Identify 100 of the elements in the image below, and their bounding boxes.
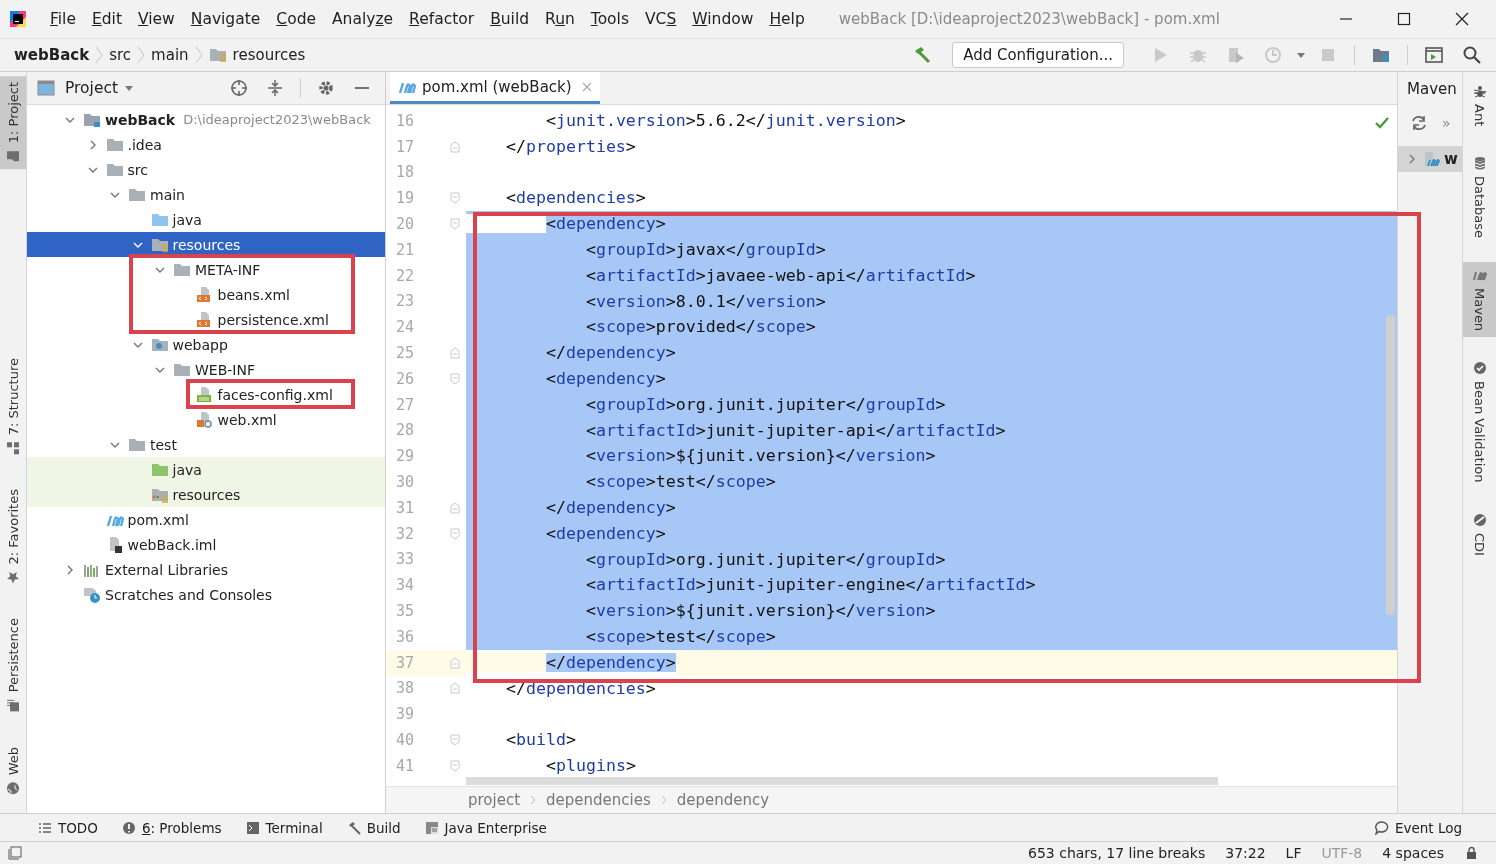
tool-window-tab[interactable]: Database: [1463, 150, 1496, 245]
fold-marker-icon[interactable]: [450, 218, 460, 231]
tool-window-button[interactable]: TODO: [38, 819, 98, 836]
tree-item[interactable]: main: [27, 182, 385, 207]
fold-marker-icon[interactable]: [450, 682, 460, 695]
status-item[interactable]: 4 spaces: [1382, 845, 1444, 861]
tool-window-button[interactable]: 6: Problems: [121, 819, 222, 836]
layout-icon[interactable]: [8, 846, 22, 860]
tool-window-tab[interactable]: Maven: [1463, 262, 1496, 338]
folder-icon: [150, 211, 169, 228]
menu-item[interactable]: File: [42, 10, 84, 28]
menu-item[interactable]: Help: [761, 10, 813, 28]
close-icon[interactable]: [1454, 11, 1470, 27]
fold-marker-icon[interactable]: [450, 734, 460, 746]
database-icon: [1472, 156, 1487, 171]
fold-marker-icon[interactable]: [450, 347, 460, 360]
tree-item[interactable]: java: [27, 207, 385, 232]
menu-item[interactable]: Refactor: [401, 10, 483, 28]
menu-item[interactable]: VCS: [637, 10, 685, 28]
tool-window-tab[interactable]: Persistence: [0, 612, 26, 719]
tree-item[interactable]: w: [1398, 146, 1462, 172]
fold-marker-icon[interactable]: [450, 656, 460, 669]
tree-item[interactable]: faces-config.xml: [27, 382, 385, 407]
fold-marker-icon[interactable]: [450, 140, 460, 153]
tool-window-button[interactable]: Java Enterprise: [424, 819, 547, 836]
tree-item[interactable]: External Libraries: [27, 557, 385, 582]
tree-item[interactable]: web.xml: [27, 407, 385, 432]
menu-item[interactable]: Edit: [83, 10, 130, 28]
tool-window-tab[interactable]: Bean Validation: [1463, 355, 1496, 489]
tool-window-tab[interactable]: Web: [0, 740, 26, 801]
tree-item[interactable]: java: [27, 457, 385, 482]
settings-icon[interactable]: [317, 79, 335, 97]
line-number: 23: [394, 292, 414, 311]
tree-item[interactable]: resources: [27, 482, 385, 507]
tool-window-tab[interactable]: 1: Project: [0, 76, 26, 170]
tree-item[interactable]: webBack.iml: [27, 532, 385, 557]
tree-item[interactable]: persistence.xml: [27, 307, 385, 332]
breadcrumb[interactable]: dependencies: [546, 791, 651, 809]
tree-item[interactable]: test: [27, 432, 385, 457]
breadcrumb[interactable]: main: [151, 46, 189, 64]
menu-item[interactable]: Analyze: [324, 10, 402, 28]
tree-item[interactable]: webapp: [27, 332, 385, 357]
breadcrumb[interactable]: dependency: [676, 791, 770, 809]
tree-item[interactable]: WEB-INF: [27, 357, 385, 382]
globe-icon: [6, 781, 20, 795]
line-number: 28: [394, 421, 414, 440]
tree-item[interactable]: .idea: [27, 132, 385, 157]
status-item[interactable]: LF: [1285, 845, 1302, 861]
caret-icon[interactable]: [1296, 50, 1306, 60]
speech-bubble-icon: [1374, 820, 1389, 835]
breadcrumb[interactable]: resources: [232, 46, 306, 64]
menu-item[interactable]: View: [130, 10, 183, 28]
tool-window-tab[interactable]: 7: Structure: [0, 351, 26, 461]
java-enterprise-icon: [424, 820, 439, 835]
tree-item[interactable]: pom.xml: [27, 507, 385, 532]
scrollbar[interactable]: [1386, 315, 1395, 615]
status-item[interactable]: 37:22: [1225, 845, 1266, 861]
line-number: 35: [394, 602, 414, 621]
locate-icon[interactable]: [230, 79, 248, 97]
maximize-icon[interactable]: [1396, 11, 1412, 27]
resources-folder-icon: [150, 236, 169, 253]
menu-item[interactable]: Navigate: [182, 10, 269, 28]
tool-window-tab[interactable]: Ant: [1463, 78, 1496, 133]
add-configuration-button[interactable]: Add Configuration...: [952, 42, 1124, 68]
tree-item[interactable]: webBack D:\ideaproject2023\webBack: [27, 107, 385, 132]
menu-item[interactable]: Build: [482, 10, 538, 28]
tool-window-button[interactable]: Terminal: [245, 819, 323, 836]
collapse-all-icon[interactable]: [266, 79, 284, 97]
tool-window-button[interactable]: Build: [346, 819, 401, 836]
scrollbar[interactable]: [466, 777, 1218, 785]
line-number: 34: [394, 576, 414, 595]
breadcrumb[interactable]: src: [109, 46, 132, 64]
lock-icon[interactable]: [1464, 846, 1478, 860]
menu-item[interactable]: Run: [537, 10, 583, 28]
status-item[interactable]: 653 chars, 17 line breaks: [1028, 845, 1206, 861]
breadcrumb[interactable]: project: [468, 791, 521, 809]
menu-item[interactable]: Tools: [582, 10, 637, 28]
tree-item[interactable]: src: [27, 157, 385, 182]
refresh-icon[interactable]: [1410, 114, 1428, 132]
breadcrumb[interactable]: webBack: [14, 46, 90, 64]
run-window-icon[interactable]: [1424, 45, 1444, 65]
caret-icon[interactable]: [124, 83, 135, 93]
tool-window-tab[interactable]: 2: Favorites: [0, 482, 26, 591]
tree-item[interactable]: resources: [27, 232, 385, 257]
menu-item[interactable]: Window: [684, 10, 762, 28]
fold-marker-icon[interactable]: [450, 192, 460, 205]
menu-item[interactable]: Code: [268, 10, 324, 28]
tree-item[interactable]: META-INF: [27, 257, 385, 282]
fold-marker-icon[interactable]: [450, 372, 460, 385]
search-icon[interactable]: [1462, 45, 1482, 65]
fold-marker-icon[interactable]: [450, 527, 460, 540]
fold-marker-icon[interactable]: [450, 501, 460, 514]
tree-item[interactable]: beans.xml: [27, 282, 385, 307]
fold-marker-icon[interactable]: [450, 759, 460, 772]
tree-item[interactable]: Scratches and Consoles: [27, 582, 385, 607]
tool-window-tab[interactable]: CDI: [1463, 506, 1496, 562]
editor-tab[interactable]: pom.xml (webBack): [390, 72, 600, 104]
panel-title[interactable]: Project: [65, 79, 119, 97]
line-number: 26: [394, 369, 414, 388]
event-log-button[interactable]: Event Log: [1374, 819, 1462, 836]
